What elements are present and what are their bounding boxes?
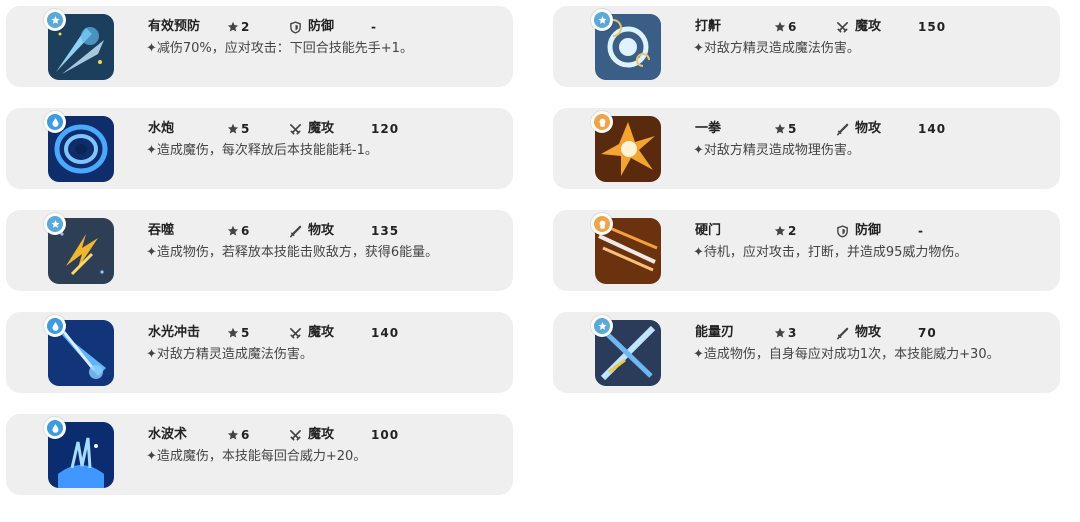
skill-type: 魔攻 (836, 18, 881, 36)
star-icon (774, 123, 786, 134)
shield-icon (837, 224, 848, 238)
skill-description: ✦造成魔伤，本技能每回合威力+20。 (146, 449, 367, 464)
skill-description: ✦对敌方精灵造成物理伤害。 (693, 143, 860, 158)
skill-description: ✦造成魔伤，每次释放后本技能能耗-1。 (146, 143, 378, 158)
energy-cost: 6 (227, 426, 249, 444)
skill-name: 水波术 (148, 427, 188, 442)
energy-cost: 3 (774, 324, 796, 342)
skill-name: 打鼾 (695, 19, 722, 34)
energy-cost: 6 (774, 18, 796, 36)
star-icon (227, 123, 239, 134)
skill-card[interactable]: 水光冲击 5 魔攻 140 ✦对敌方精灵造成魔法伤害。 (6, 312, 513, 393)
energy-cost: 5 (774, 120, 796, 138)
skill-type: 魔攻 (289, 426, 334, 444)
skill-type: 物攻 (289, 222, 334, 240)
skill-description: ✦对敌方精灵造成魔法伤害。 (693, 41, 860, 56)
crossed-swords-icon (837, 21, 848, 33)
energy-cost: 6 (227, 222, 249, 240)
skill-card[interactable]: 水波术 6 魔攻 100 ✦造成魔伤，本技能每回合威力+20。 (6, 414, 513, 495)
skill-type: 魔攻 (289, 120, 334, 138)
star-icon (227, 429, 239, 440)
skill-name: 水光冲击 (148, 325, 201, 340)
star-icon (774, 327, 786, 338)
skill-description: ✦减伤70%，应对攻击：下回合技能先手+1。 (146, 41, 413, 56)
skill-name: 一拳 (695, 121, 722, 136)
skill-power: 120 (371, 122, 400, 136)
skill-name: 水炮 (148, 121, 175, 136)
skill-power: 140 (371, 326, 400, 340)
skill-card[interactable]: 打鼾 6 魔攻 150 ✦对敌方精灵造成魔法伤害。 (553, 6, 1060, 87)
skill-power: 140 (918, 122, 947, 136)
skill-card[interactable]: 吞噬 6 物攻 135 ✦造成物伤，若释放本技能击败敌方，获得6能量。 (6, 210, 513, 291)
crossed-swords-icon (290, 429, 301, 441)
skill-power: 70 (918, 326, 937, 340)
skill-type: 防御 (836, 222, 881, 240)
skill-description: ✦造成物伤，若释放本技能击败敌方，获得6能量。 (146, 245, 439, 260)
star-icon (227, 225, 239, 236)
skill-power: - (918, 224, 924, 238)
skill-power: 150 (918, 20, 947, 34)
skill-type: 物攻 (836, 324, 881, 342)
skill-power: - (371, 20, 377, 34)
skill-grid: 有效预防 2 防御 - ✦减伤70%，应对攻击：下回合技能先手+1。 打鼾 6 … (0, 0, 1080, 522)
skill-type: 魔攻 (289, 324, 334, 342)
skill-type: 物攻 (836, 120, 881, 138)
skill-type: 防御 (289, 18, 334, 36)
skill-name: 有效预防 (148, 19, 201, 34)
star-icon (774, 21, 786, 32)
sword-icon (837, 123, 849, 135)
crossed-swords-icon (290, 123, 301, 135)
skill-power: 135 (371, 224, 400, 238)
skill-description: ✦对敌方精灵造成魔法伤害。 (146, 347, 313, 362)
star-icon (774, 225, 786, 236)
shield-icon (290, 20, 301, 34)
skill-card[interactable]: 能量刃 3 物攻 70 ✦造成物伤，自身每应对成功1次，本技能威力+30。 (553, 312, 1060, 393)
energy-cost: 2 (227, 18, 249, 36)
skill-description: ✦待机，应对攻击，打断，并造成95威力物伤。 (693, 245, 968, 260)
skill-name: 吞噬 (148, 223, 175, 238)
energy-cost: 5 (227, 120, 249, 138)
skill-card[interactable]: 有效预防 2 防御 - ✦减伤70%，应对攻击：下回合技能先手+1。 (6, 6, 513, 87)
skill-card[interactable]: 一拳 5 物攻 140 ✦对敌方精灵造成物理伤害。 (553, 108, 1060, 189)
star-icon (227, 327, 239, 338)
energy-cost: 5 (227, 324, 249, 342)
skill-name: 能量刃 (695, 325, 735, 340)
skill-card[interactable]: 硬门 2 防御 - ✦待机，应对攻击，打断，并造成95威力物伤。 (553, 210, 1060, 291)
skill-power: 100 (371, 428, 400, 442)
energy-cost: 2 (774, 222, 796, 240)
sword-icon (290, 225, 302, 237)
skill-description: ✦造成物伤，自身每应对成功1次，本技能威力+30。 (693, 347, 1000, 362)
crossed-swords-icon (290, 327, 301, 339)
skill-name: 硬门 (695, 223, 722, 238)
skill-card[interactable]: 水炮 5 魔攻 120 ✦造成魔伤，每次释放后本技能能耗-1。 (6, 108, 513, 189)
sword-icon (837, 327, 849, 339)
star-icon (227, 21, 239, 32)
